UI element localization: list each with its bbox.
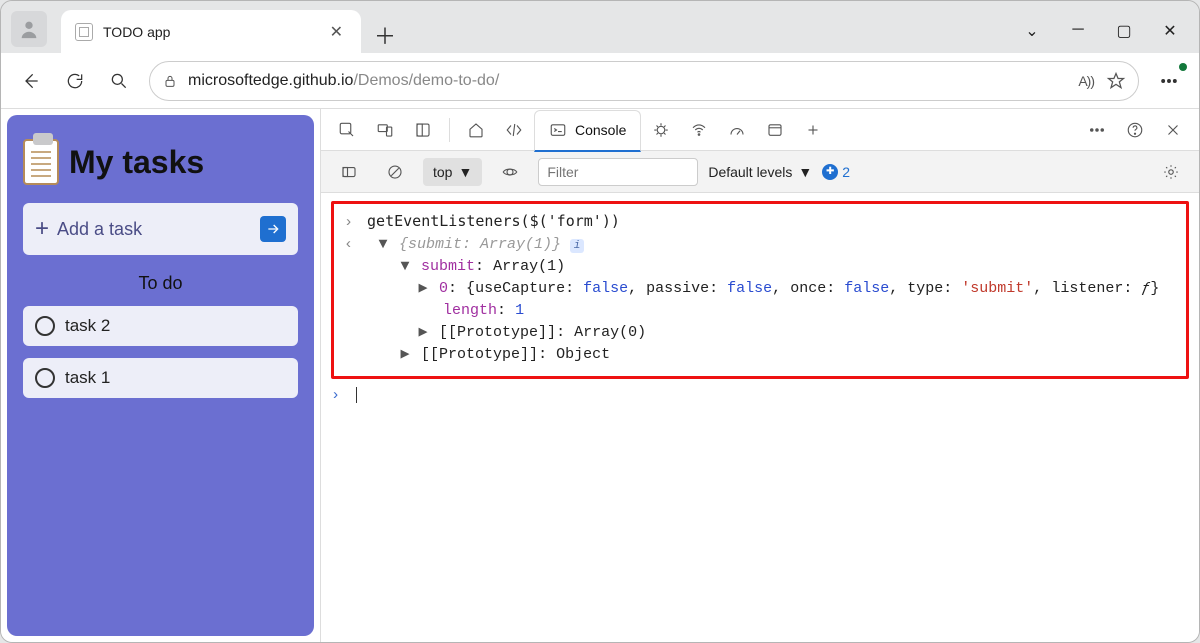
maximize-button[interactable]: ▢ bbox=[1115, 21, 1133, 41]
clipboard-icon bbox=[23, 139, 59, 185]
issues-button[interactable]: ✚ 2 bbox=[822, 164, 850, 180]
task-item[interactable]: task 2 bbox=[23, 306, 298, 346]
console-tab[interactable]: Console bbox=[534, 110, 641, 152]
add-task-field[interactable]: + Add a task bbox=[23, 203, 298, 255]
inspect-icon[interactable] bbox=[329, 112, 365, 148]
log-level-selector[interactable]: Default levels ▼ bbox=[708, 164, 812, 180]
add-task-label: Add a task bbox=[57, 219, 142, 240]
help-icon[interactable] bbox=[1117, 112, 1153, 148]
console-output-length: length: 1 bbox=[344, 300, 1176, 322]
app-title: My tasks bbox=[69, 144, 204, 181]
favorite-icon[interactable] bbox=[1106, 71, 1126, 91]
chevron-down-icon: ▼ bbox=[458, 164, 472, 180]
highlighted-output: › getEventListeners($('form')) ‹ ▼ {subm… bbox=[331, 201, 1189, 379]
devtools-panel: Console top ▼ bbox=[320, 109, 1199, 642]
task-radio[interactable] bbox=[35, 316, 55, 336]
browser-tab[interactable]: TODO app ✕ bbox=[61, 10, 361, 54]
profile-button[interactable] bbox=[11, 11, 47, 47]
performance-tab-icon[interactable] bbox=[719, 112, 755, 148]
task-label: task 2 bbox=[65, 316, 110, 336]
network-tab-icon[interactable] bbox=[681, 112, 717, 148]
plus-icon: + bbox=[35, 215, 49, 243]
elements-tab-icon[interactable] bbox=[496, 112, 532, 148]
more-menu-button[interactable] bbox=[1149, 61, 1189, 101]
device-toggle-icon[interactable] bbox=[367, 112, 403, 148]
log-level-label: Default levels bbox=[708, 164, 792, 180]
console-output-proto-array[interactable]: ▶ [[Prototype]]: Array(0) bbox=[344, 322, 1176, 344]
url-text: microsoftedge.github.io/Demos/demo-to-do… bbox=[188, 72, 499, 90]
console-body[interactable]: › getEventListeners($('form')) ‹ ▼ {subm… bbox=[321, 193, 1199, 642]
console-prompt[interactable]: › bbox=[331, 385, 1189, 407]
devtools-tabbar: Console bbox=[321, 109, 1199, 151]
section-heading-todo: To do bbox=[23, 273, 298, 294]
task-item[interactable]: task 1 bbox=[23, 358, 298, 398]
address-bar[interactable]: microsoftedge.github.io/Demos/demo-to-do… bbox=[149, 61, 1139, 101]
lock-icon bbox=[162, 73, 178, 89]
console-output-proto-object[interactable]: ▶ [[Prototype]]: Object bbox=[344, 344, 1176, 366]
issues-count: 2 bbox=[842, 164, 850, 180]
tab-title: TODO app bbox=[103, 24, 170, 40]
task-radio[interactable] bbox=[35, 368, 55, 388]
console-output-summary[interactable]: ‹ ▼ {submit: Array(1)} i bbox=[344, 234, 1176, 256]
task-label: task 1 bbox=[65, 368, 110, 388]
close-devtools-button[interactable] bbox=[1155, 112, 1191, 148]
refresh-button[interactable] bbox=[55, 61, 95, 101]
clear-console-button[interactable] bbox=[377, 154, 413, 190]
minimize-button[interactable]: ─ bbox=[1069, 21, 1087, 41]
search-button[interactable] bbox=[99, 61, 139, 101]
settings-more-icon[interactable] bbox=[1079, 112, 1115, 148]
content-area: My tasks + Add a task To do task 2 task … bbox=[1, 109, 1199, 642]
console-filter-bar: top ▼ Default levels ▼ ✚ 2 bbox=[321, 151, 1199, 193]
new-tab-button[interactable]: ＋ bbox=[367, 17, 403, 53]
title-bar: TODO app ✕ ＋ ⌄ ─ ▢ ✕ bbox=[1, 1, 1199, 53]
browser-window: TODO app ✕ ＋ ⌄ ─ ▢ ✕ microsoftedge.githu… bbox=[0, 0, 1200, 643]
filter-input[interactable] bbox=[538, 158, 698, 186]
submit-task-button[interactable] bbox=[260, 216, 286, 242]
app-heading: My tasks bbox=[23, 139, 298, 185]
console-output-submit[interactable]: ▼ submit: Array(1) bbox=[344, 256, 1176, 278]
context-selector[interactable]: top ▼ bbox=[423, 158, 482, 186]
context-label: top bbox=[433, 164, 452, 180]
console-input-line: › getEventListeners($('form')) bbox=[344, 210, 1176, 234]
sources-tab-icon[interactable] bbox=[643, 112, 679, 148]
sidebar-toggle-icon[interactable] bbox=[331, 154, 367, 190]
read-aloud-icon[interactable]: A)) bbox=[1078, 73, 1094, 89]
live-expression-button[interactable] bbox=[492, 154, 528, 190]
todo-app: My tasks + Add a task To do task 2 task … bbox=[7, 115, 314, 636]
window-controls: ⌄ ─ ▢ ✕ bbox=[1023, 21, 1199, 53]
browser-toolbar: microsoftedge.github.io/Demos/demo-to-do… bbox=[1, 53, 1199, 109]
chevron-down-icon[interactable]: ⌄ bbox=[1023, 21, 1041, 41]
dock-icon[interactable] bbox=[405, 112, 441, 148]
console-output-index0[interactable]: ▶ 0: {useCapture: false, passive: false,… bbox=[344, 278, 1176, 300]
issues-icon: ✚ bbox=[822, 164, 838, 180]
console-tab-label: Console bbox=[575, 122, 626, 138]
page-icon bbox=[75, 23, 93, 41]
tab-close-button[interactable]: ✕ bbox=[326, 18, 347, 46]
chevron-down-icon: ▼ bbox=[798, 164, 812, 180]
welcome-tab-icon[interactable] bbox=[458, 112, 494, 148]
console-settings-button[interactable] bbox=[1153, 154, 1189, 190]
more-tabs-button[interactable] bbox=[795, 112, 831, 148]
close-window-button[interactable]: ✕ bbox=[1161, 21, 1179, 41]
application-tab-icon[interactable] bbox=[757, 112, 793, 148]
back-button[interactable] bbox=[11, 61, 51, 101]
